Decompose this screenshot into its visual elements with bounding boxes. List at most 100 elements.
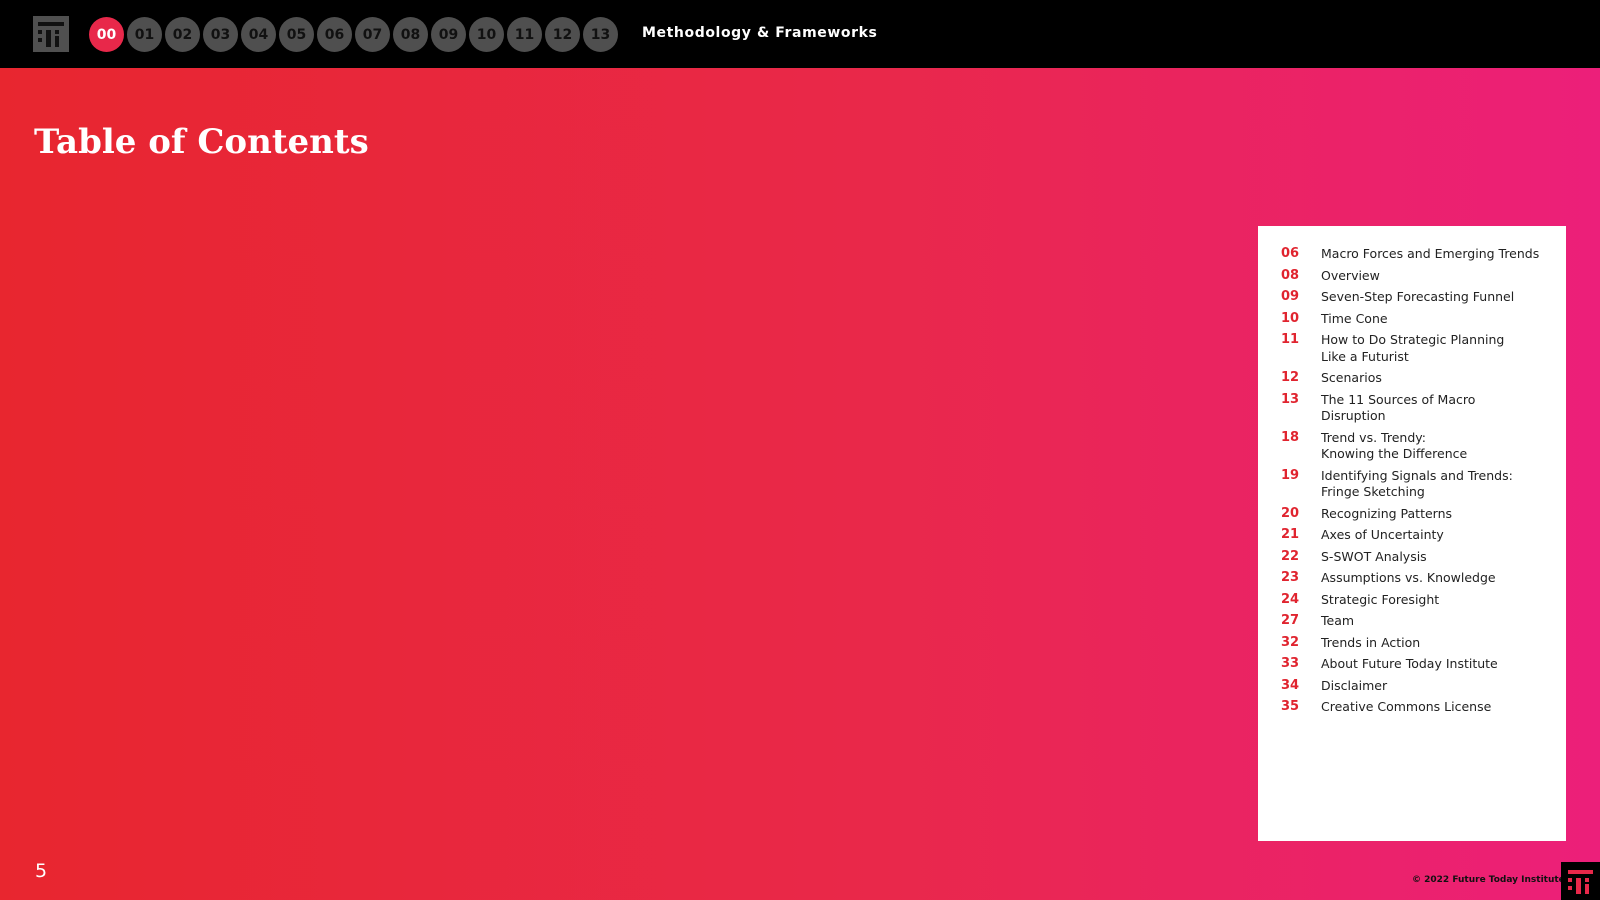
- nav-item-08[interactable]: 08: [393, 17, 428, 52]
- toc-list: 06 Macro Forces and Emerging Trends 08 Over…: [1281, 246, 1551, 721]
- nav-item-05[interactable]: 05: [279, 17, 314, 52]
- toc-page-number: 19: [1281, 467, 1300, 483]
- toc-item[interactable]: 33 About Future Today Institute: [1281, 656, 1551, 673]
- nav-item-11[interactable]: 11: [507, 17, 542, 52]
- toc-item[interactable]: 20 Recognizing Patterns: [1281, 506, 1551, 523]
- toc-label-line: Disruption: [1321, 408, 1386, 423]
- toc-item[interactable]: 32 Trends in Action: [1281, 635, 1551, 652]
- toc-label: About Future Today Institute: [1321, 656, 1498, 673]
- toc-item[interactable]: 34 Disclaimer: [1281, 678, 1551, 695]
- toc-item[interactable]: 21 Axes of Uncertainty: [1281, 527, 1551, 544]
- toc-item[interactable]: 11 How to Do Strategic Planning Like a Fut…: [1281, 332, 1551, 365]
- fti-logo-icon[interactable]: [33, 16, 69, 52]
- toc-page-number: 18: [1281, 429, 1300, 445]
- fti-logo-icon: [1561, 862, 1600, 900]
- toc-label: Identifying Signals and Trends: Fringe Sk…: [1321, 468, 1513, 501]
- page-title: Table of Contents: [34, 122, 369, 162]
- toc-page-number: 32: [1281, 634, 1300, 650]
- nav-item-02[interactable]: 02: [165, 17, 200, 52]
- nav-item-01[interactable]: 01: [127, 17, 162, 52]
- toc-label-line: Team: [1321, 613, 1355, 628]
- toc-item[interactable]: 12 Scenarios: [1281, 370, 1551, 387]
- nav-item-09[interactable]: 09: [431, 17, 466, 52]
- toc-label-line: About Future Today Institute: [1321, 656, 1498, 671]
- top-bar: 00 01 02 03 04 05 06 07 08 09 10 11 12 13 Methodology…: [0, 0, 1600, 68]
- toc-label: Time Cone: [1321, 311, 1388, 328]
- toc-label-line: How to Do Strategic Planning: [1321, 332, 1505, 347]
- toc-page-number: 11: [1281, 332, 1300, 347]
- toc-label: Scenarios: [1321, 370, 1382, 387]
- toc-label-line: Seven-Step Forecasting Funnel: [1321, 289, 1515, 304]
- toc-item[interactable]: 10 Time Cone: [1281, 311, 1551, 328]
- toc-page-number: 24: [1281, 591, 1300, 607]
- toc-label-line: Recognizing Patterns: [1321, 505, 1453, 521]
- toc-item[interactable]: 13 The 11 Sources of Macro Disruption: [1281, 392, 1551, 425]
- toc-item[interactable]: 08 Overview: [1281, 268, 1551, 285]
- toc-item[interactable]: 19 Identifying Signals and Trends: Fringe …: [1281, 468, 1551, 501]
- toc-page-number: 22: [1281, 548, 1300, 564]
- nav-item-13[interactable]: 13: [583, 17, 618, 52]
- nav-item-12[interactable]: 12: [545, 17, 580, 52]
- toc-label: The 11 Sources of Macro Disruption: [1321, 392, 1475, 425]
- toc-label-line: Strategic Foresight: [1321, 591, 1440, 607]
- toc-page-number: 34: [1281, 677, 1300, 693]
- toc-item[interactable]: 35 Creative Commons License: [1281, 699, 1551, 716]
- toc-page-number: 12: [1281, 370, 1300, 385]
- toc-label: Creative Commons License: [1321, 699, 1491, 716]
- toc-label-line: The 11 Sources of Macro: [1321, 391, 1476, 407]
- nav-item-10[interactable]: 10: [469, 17, 504, 52]
- toc-label: Team: [1321, 613, 1354, 630]
- toc-label: How to Do Strategic Planning Like a Futur…: [1321, 332, 1504, 365]
- page-number: 5: [35, 860, 48, 882]
- section-title: Methodology & Frameworks: [642, 25, 878, 41]
- toc-label-line: Axes of Uncertainty: [1321, 527, 1444, 542]
- toc-page-number: 06: [1281, 246, 1300, 261]
- toc-label-line: Identifying Signals and Trends:: [1321, 467, 1513, 483]
- toc-label: Trend vs. Trendy: Knowing the Difference: [1321, 430, 1467, 463]
- toc-page-number: 27: [1281, 613, 1300, 628]
- toc-page-number: 35: [1281, 699, 1300, 714]
- toc-label: Strategic Foresight: [1321, 592, 1439, 609]
- toc-panel: 06 Macro Forces and Emerging Trends 08 Over…: [1258, 226, 1566, 841]
- toc-label: Disclaimer: [1321, 678, 1387, 695]
- copyright-text: © 2022 Future Today Institute: [1412, 875, 1565, 885]
- toc-label-line: Trends in Action: [1321, 634, 1421, 650]
- toc-label-line: Fringe Sketching: [1321, 484, 1425, 499]
- toc-label: Macro Forces and Emerging Trends: [1321, 246, 1539, 263]
- toc-label-line: Overview: [1321, 267, 1380, 283]
- toc-label-line: Time Cone: [1321, 310, 1388, 326]
- toc-label-line: Like a Futurist: [1321, 348, 1409, 364]
- toc-page-number: 13: [1281, 391, 1300, 407]
- nav-item-07[interactable]: 07: [355, 17, 390, 52]
- toc-label: Axes of Uncertainty: [1321, 527, 1444, 544]
- toc-label-line: Knowing the Difference: [1321, 446, 1468, 461]
- toc-label-line: Disclaimer: [1321, 677, 1388, 693]
- section-nav: 00 01 02 03 04 05 06 07 08 09 10 11 12 13: [89, 17, 618, 52]
- toc-label-line: Assumptions vs. Knowledge: [1321, 570, 1496, 585]
- toc-item[interactable]: 23 Assumptions vs. Knowledge: [1281, 570, 1551, 587]
- toc-label-line: Creative Commons License: [1321, 699, 1492, 714]
- toc-page-number: 20: [1281, 505, 1300, 521]
- toc-item[interactable]: 09 Seven-Step Forecasting Funnel: [1281, 289, 1551, 306]
- toc-label: Trends in Action: [1321, 635, 1420, 652]
- toc-label: Recognizing Patterns: [1321, 506, 1452, 523]
- toc-page-number: 21: [1281, 527, 1300, 542]
- toc-label: Assumptions vs. Knowledge: [1321, 570, 1496, 587]
- nav-item-03[interactable]: 03: [203, 17, 238, 52]
- toc-label-line: Scenarios: [1321, 370, 1382, 385]
- toc-item[interactable]: 22 S-SWOT Analysis: [1281, 549, 1551, 566]
- toc-item[interactable]: 27 Team: [1281, 613, 1551, 630]
- nav-item-06[interactable]: 06: [317, 17, 352, 52]
- toc-page-number: 10: [1281, 310, 1300, 326]
- toc-item[interactable]: 18 Trend vs. Trendy: Knowing the Differenc…: [1281, 430, 1551, 463]
- toc-label-line: S-SWOT Analysis: [1321, 548, 1427, 564]
- toc-page-number: 33: [1281, 656, 1300, 671]
- nav-item-04[interactable]: 04: [241, 17, 276, 52]
- toc-page-number: 23: [1281, 570, 1300, 585]
- toc-item[interactable]: 24 Strategic Foresight: [1281, 592, 1551, 609]
- toc-label: S-SWOT Analysis: [1321, 549, 1427, 566]
- toc-item[interactable]: 06 Macro Forces and Emerging Trends: [1281, 246, 1551, 263]
- nav-item-00[interactable]: 00: [89, 17, 124, 52]
- toc-label: Overview: [1321, 268, 1380, 285]
- toc-page-number: 08: [1281, 267, 1300, 283]
